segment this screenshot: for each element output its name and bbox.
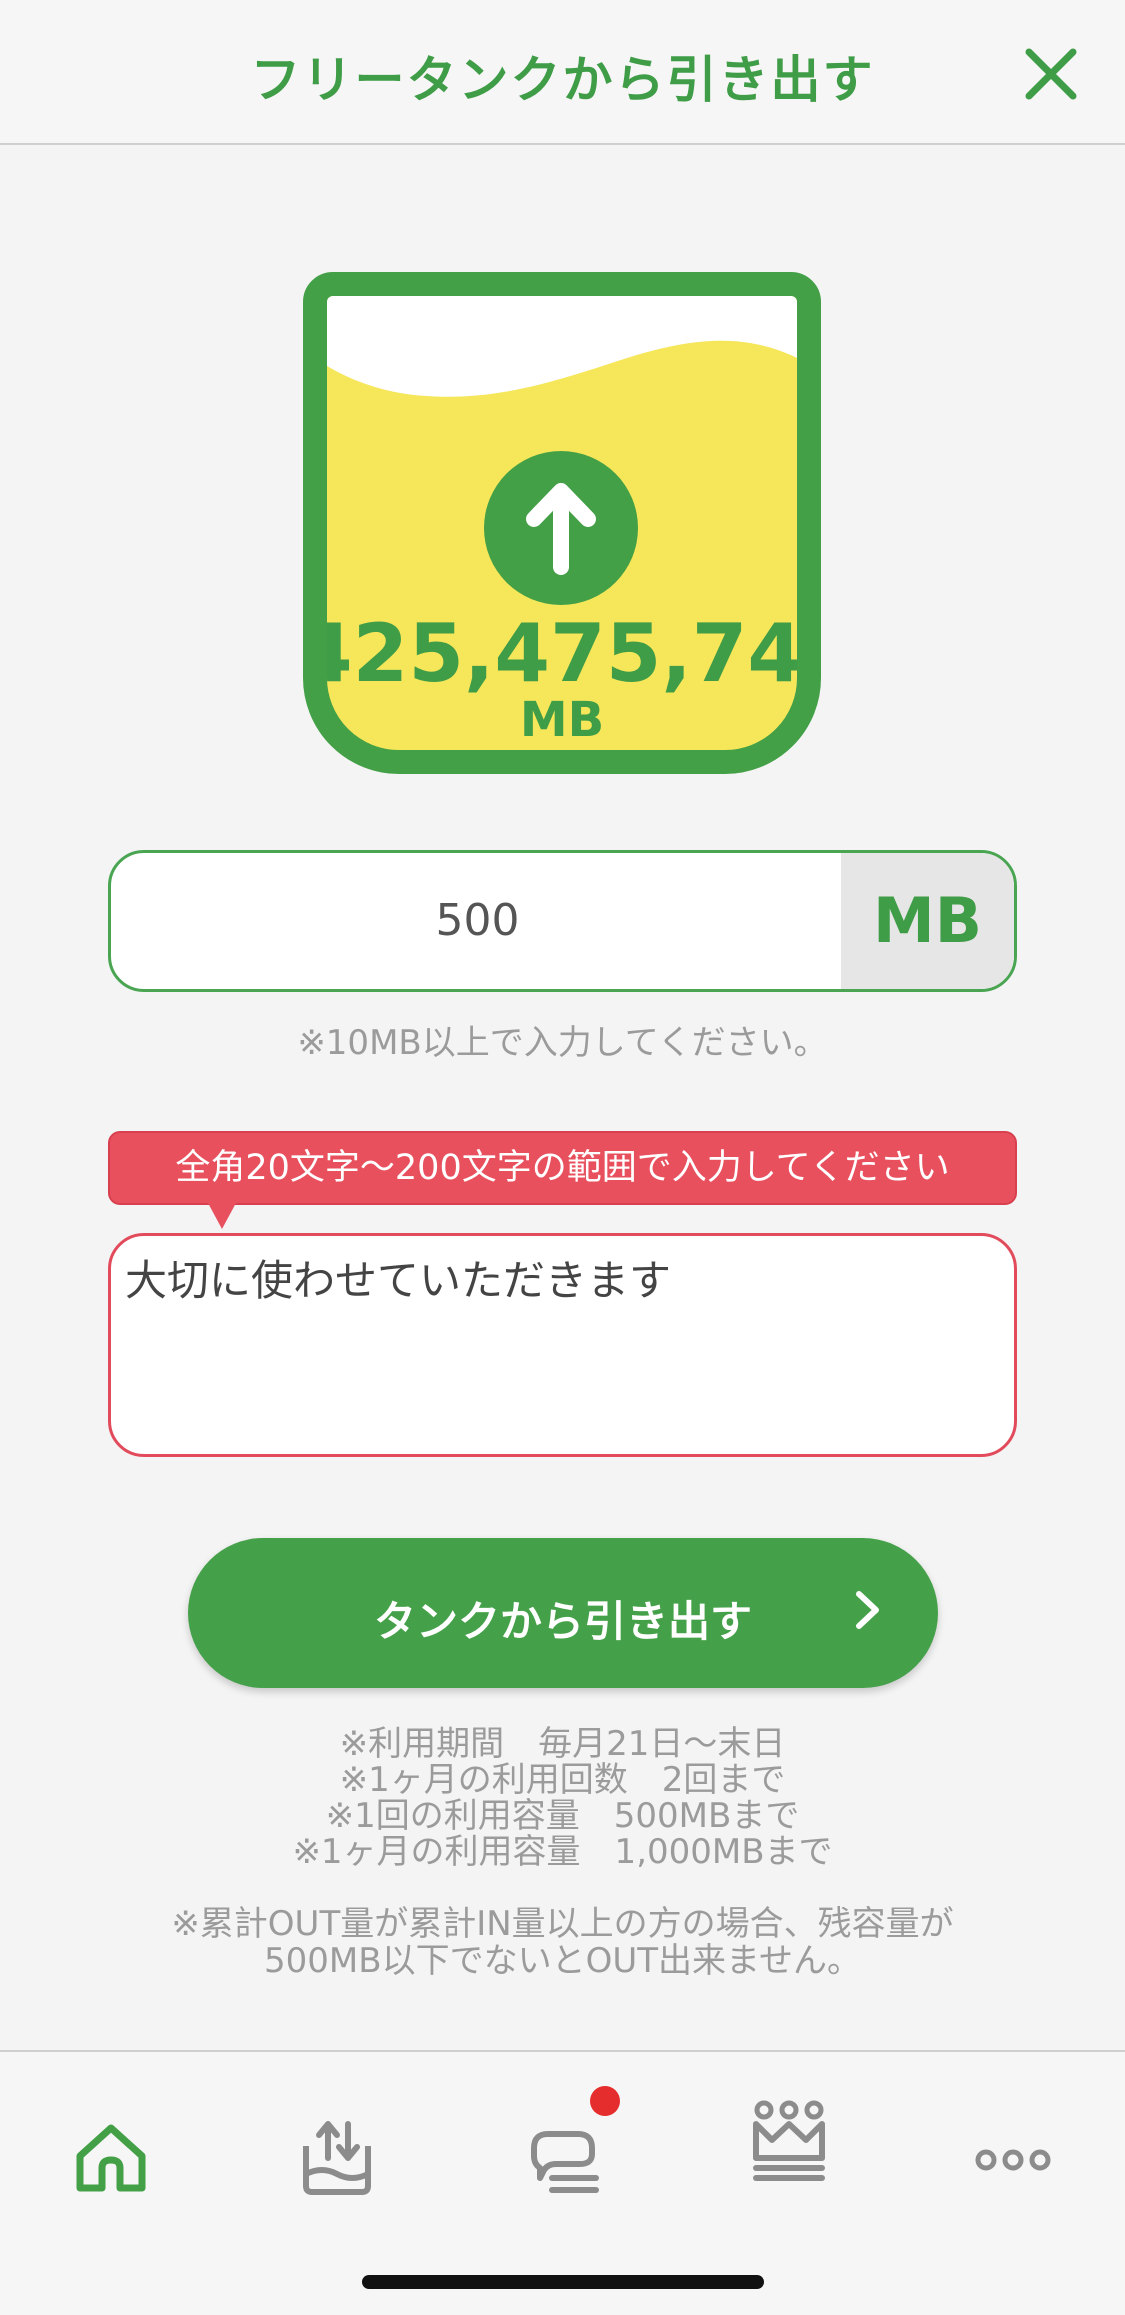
usage-notes: ※利用期間 毎月21日〜末日 ※1ヶ月の利用回数 2回まで ※1回の利用容量 5…	[0, 1726, 1125, 1870]
error-tooltip: 全角20文字〜200文字の範囲で入力してください	[108, 1131, 1017, 1205]
page-title: フリータンクから引き出す	[250, 51, 875, 109]
close-icon[interactable]	[1019, 42, 1083, 106]
amount-hint: ※10MB以上で入力してください。	[297, 1023, 828, 1063]
home-icon[interactable]	[66, 2112, 156, 2202]
arrow-up-icon	[484, 451, 638, 605]
note-line: ※累計OUT量が累計IN量以上の方の場合、残容量が	[171, 1904, 954, 1944]
note-line: 500MB以下でないとOUT出来ません。	[264, 1941, 861, 1981]
tank-upload-icon[interactable]	[292, 2112, 382, 2202]
withdraw-button[interactable]: タンクから引き出す	[188, 1538, 938, 1688]
note-line: ※1ヶ月の利用回数 2回まで	[339, 1760, 786, 1800]
amount-input[interactable]: 500	[111, 895, 844, 946]
tank-capacity-unit: MB	[519, 692, 605, 748]
home-indicator	[362, 2275, 764, 2289]
header: フリータンクから引き出す	[0, 0, 1125, 145]
tank-empty-wave	[327, 296, 797, 397]
chevron-right-icon	[852, 1588, 882, 1642]
error-tooltip-tail	[208, 1203, 236, 1229]
message-textarea[interactable]: 大切に使わせていただきます	[108, 1233, 1017, 1457]
out-condition-notes: ※累計OUT量が累計IN量以上の方の場合、残容量が 500MB以下でないとOUT…	[0, 1906, 1125, 1980]
note-line: ※利用期間 毎月21日〜末日	[339, 1724, 786, 1764]
note-line: ※1回の利用容量 500MBまで	[325, 1796, 800, 1836]
amount-unit-label: MB	[841, 853, 1014, 989]
note-line: ※1ヶ月の利用容量 1,000MBまで	[292, 1832, 833, 1872]
tank-capacity-value: 425,475,741	[303, 607, 821, 700]
crown-icon[interactable]	[744, 2096, 834, 2186]
withdraw-button-label: タンクから引き出す	[373, 1597, 752, 1646]
amount-field[interactable]: 500 MB	[108, 850, 1017, 992]
more-icon[interactable]	[968, 2112, 1058, 2202]
free-tank-graphic: 425,475,741 MB	[303, 272, 821, 774]
notification-badge	[590, 2086, 620, 2116]
chat-icon[interactable]	[518, 2086, 620, 2202]
